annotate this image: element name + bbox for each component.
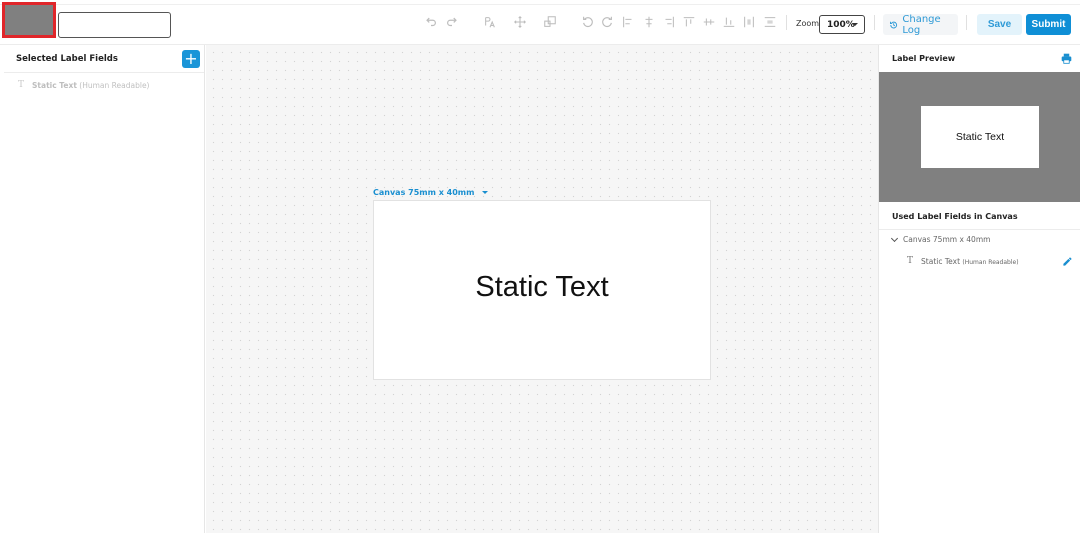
field-type: (Human Readable) [79, 80, 150, 90]
design-canvas-area[interactable]: Canvas 75mm x 40mm Static Text [206, 45, 878, 533]
align-middle-vertical-icon[interactable] [701, 14, 717, 30]
label-preview-header: Label Preview [879, 45, 1080, 72]
save-button[interactable]: Save [977, 14, 1022, 35]
canvas-size-dropdown[interactable]: Canvas 75mm x 40mm [373, 188, 489, 197]
distribute-vertical-icon[interactable] [762, 14, 778, 30]
zoom-label: Zoom [796, 19, 820, 28]
chevron-down-icon [852, 23, 858, 26]
field-name: Static Text [32, 80, 77, 90]
zoom-value: 100% [827, 19, 855, 30]
field-list-item[interactable]: T Static Text (Human Readable) [18, 80, 149, 90]
selected-fields-title: Selected Label Fields [16, 54, 118, 64]
rotate-left-icon[interactable] [580, 14, 596, 30]
tree-field-item[interactable]: T Static Text (Human Readable) [907, 256, 1019, 266]
change-log-button[interactable]: Change Log [883, 13, 958, 36]
move-icon[interactable] [512, 14, 528, 30]
text-format-icon[interactable] [482, 14, 498, 30]
text-type-icon: T [907, 256, 914, 266]
plus-icon: + [184, 49, 198, 68]
used-fields-title: Used Label Fields in Canvas [892, 212, 1018, 221]
right-panel: Label Preview Static Text Used Label Fie… [878, 45, 1080, 533]
undo-icon[interactable] [423, 14, 439, 30]
align-bottom-icon[interactable] [721, 14, 737, 30]
text-type-icon: T [18, 80, 25, 90]
field-label: Static Text (Human Readable) [32, 81, 149, 90]
toolbar-divider [966, 15, 967, 30]
label-preview-area: Static Text [879, 72, 1080, 202]
align-center-horizontal-icon[interactable] [641, 14, 657, 30]
chevron-down-icon[interactable] [890, 234, 899, 242]
align-left-icon[interactable] [620, 14, 636, 30]
layer-icon[interactable] [542, 14, 558, 30]
label-preview-title: Label Preview [892, 54, 956, 63]
used-fields-header: Used Label Fields in Canvas [879, 202, 1080, 230]
distribute-horizontal-icon[interactable] [741, 14, 757, 30]
rotate-right-icon[interactable] [599, 14, 615, 30]
toolbar-divider [786, 15, 787, 30]
chevron-down-icon [482, 191, 489, 194]
print-icon[interactable] [1061, 53, 1072, 64]
canvas-size-label: Canvas 75mm x 40mm [373, 188, 475, 197]
align-top-icon[interactable] [681, 14, 697, 30]
tree-field-label: Static Text (Human Readable) [921, 257, 1019, 266]
tree-canvas-label: Canvas 75mm x 40mm [903, 235, 991, 244]
app-logo[interactable] [2, 2, 56, 38]
top-divider [0, 4, 1080, 5]
edit-pencil-icon[interactable] [1062, 256, 1073, 267]
zoom-select[interactable]: 100% [819, 15, 865, 34]
redo-icon[interactable] [444, 14, 460, 30]
submit-button[interactable]: Submit [1026, 14, 1071, 35]
change-log-label: Change Log [902, 13, 941, 36]
tree-field-name: Static Text [921, 256, 961, 266]
preview-text: Static Text [955, 131, 1005, 143]
add-field-button[interactable]: + [182, 50, 200, 68]
static-text-element[interactable]: Static Text [475, 271, 608, 304]
history-icon [889, 21, 898, 28]
selected-fields-header: Selected Label Fields + [4, 45, 204, 73]
label-name-input[interactable] [58, 12, 171, 38]
selected-fields-panel: Selected Label Fields + T Static Text (H… [4, 45, 205, 533]
tree-canvas-node[interactable]: Canvas 75mm x 40mm [890, 234, 991, 244]
toolbar-divider [874, 15, 875, 30]
label-canvas[interactable]: Static Text [373, 200, 711, 380]
align-right-icon[interactable] [661, 14, 677, 30]
top-toolbar: Zoom 100% Change Log Save Submit [0, 0, 1080, 45]
tree-field-type: (Human Readable) [962, 258, 1019, 266]
preview-label: Static Text [921, 106, 1039, 168]
